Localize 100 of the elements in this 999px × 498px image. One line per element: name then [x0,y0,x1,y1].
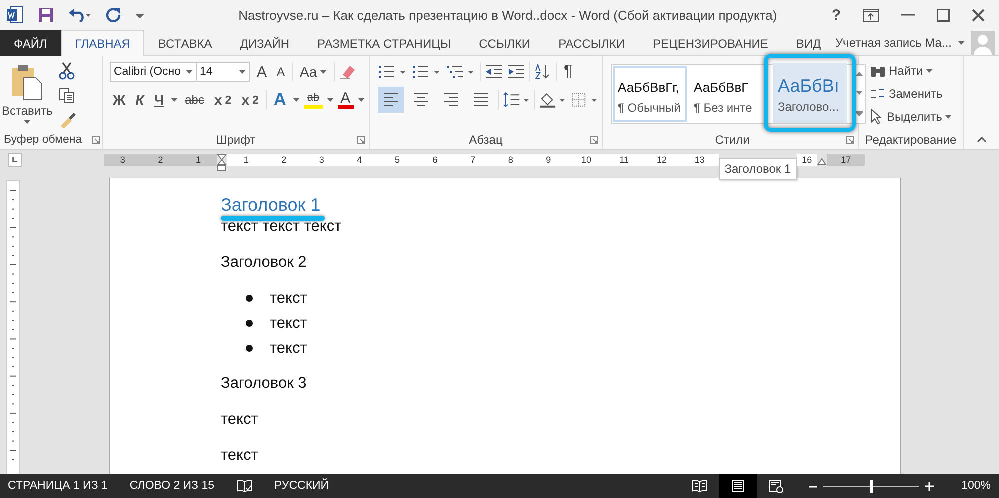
plus-icon [924,482,934,490]
ribbon-tab[interactable]: ВСТАВКА [144,30,226,56]
bullets-icon[interactable] [378,65,408,79]
font-size-field[interactable]: 14 [196,62,250,82]
close-icon[interactable] [972,8,985,22]
dialog-launcher-icon[interactable] [92,136,100,144]
caret-icon [945,115,952,119]
ribbon-tab[interactable]: ГЛАВНАЯ [61,30,144,56]
proofing-icon[interactable] [236,479,252,493]
page-count[interactable]: СТРАНИЦА 1 ИЗ 1 [8,480,108,492]
save-icon[interactable] [38,7,54,23]
decrease-indent-icon[interactable] [485,65,503,79]
shading-icon[interactable] [539,92,567,108]
style-item[interactable]: АаБбВı Заголово... [773,63,847,123]
print-view-button[interactable] [718,474,757,498]
change-case-button[interactable]: Aa [297,61,330,83]
eraser-icon[interactable] [339,64,358,80]
replace-button[interactable]: Заменить [867,83,959,105]
borders-icon[interactable] [570,92,598,108]
word-count[interactable]: СЛОВО 2 ИЗ 15 [130,480,214,492]
font-family-field[interactable]: Calibri (Осно [110,62,197,82]
help-button[interactable]: ? [832,6,841,24]
web-view-icon [768,479,784,493]
collapse-ribbon-icon[interactable] [977,137,987,143]
strikethrough-button[interactable]: abc [182,89,208,111]
scroll-up-icon[interactable] [856,72,862,76]
style-item[interactable]: АаБбВвГ ¶ Без инте [689,66,763,122]
right-indent-marker-icon[interactable] [817,158,828,166]
zoom-level[interactable]: 100% [962,480,991,492]
format-painter-icon[interactable] [58,112,77,128]
select-button[interactable]: Выделить [867,106,959,128]
heading-text: Заголовок 1 [221,196,321,215]
text-effects-button[interactable]: A [271,89,290,111]
ruler-number: 5 [394,155,401,165]
list-item-text: текст [270,289,308,308]
redo-icon[interactable] [106,7,122,23]
scissors-icon[interactable] [58,62,75,80]
align-icon [473,92,489,108]
minimize-icon[interactable] [901,14,915,16]
body-text: текст текст текст [221,217,343,236]
ribbon-tab[interactable]: ВИД [782,30,836,56]
caret-icon [958,40,965,44]
caret-icon [358,98,365,102]
dialog-launcher-icon[interactable] [590,136,598,144]
dialog-launcher-icon[interactable] [846,136,854,144]
zoom-slider[interactable] [870,480,873,492]
ribbon-tab[interactable]: РАЗМЕТКА СТРАНИЦЫ [304,30,466,56]
bullet-icon [246,320,253,327]
numbering-icon[interactable] [412,65,442,79]
language-indicator[interactable]: РУССКИЙ [274,480,330,492]
bold-button[interactable]: Ж [110,89,129,111]
multilevel-list-icon[interactable] [446,65,476,79]
ribbon-display-icon[interactable] [863,8,879,22]
ruler-number: 12 [656,155,668,165]
ribbon-tab[interactable]: РЕЦЕНЗИРОВАНИЕ [638,30,782,56]
sort-icon[interactable] [534,64,552,80]
find-button[interactable]: Найти [867,60,959,82]
ruler-number: 8 [507,155,514,165]
dialog-launcher-icon[interactable] [357,136,365,144]
customize-toolbar-icon[interactable] [136,12,144,18]
caret-icon [320,70,328,74]
caret-icon [926,69,934,73]
tooltip: Заголовок 1 [718,158,798,180]
tab-selector-icon[interactable] [8,153,22,167]
word-logo-icon[interactable] [6,6,24,24]
italic-button[interactable]: К [132,89,148,111]
grow-font-button[interactable]: A [254,61,270,83]
list-item-text: текст [270,314,308,333]
more-icon[interactable] [856,110,862,116]
group-label: Редактирование [865,133,957,147]
ribbon-tab[interactable]: ДИЗАЙН [226,30,304,56]
style-item[interactable]: АаБбВвГг, ¶ Обычный [613,66,687,122]
group-label: Шрифт [216,133,256,147]
ruler-number: 11 [618,155,630,165]
ruler-number: 2 [157,155,164,165]
file-tab[interactable]: ФАЙЛ [0,30,62,56]
bullet-icon [246,345,253,352]
increase-indent-icon[interactable] [507,65,525,79]
scroll-down-icon[interactable] [856,90,862,95]
font-color-button[interactable]: A [338,91,354,109]
underline-button[interactable]: Ч [151,89,168,111]
align-icon [443,92,459,108]
align-button[interactable] [378,87,404,113]
shrink-font-button[interactable]: A [274,61,288,83]
body-text: текст [221,446,260,465]
body-text: Заголовок 2 [221,253,308,272]
undo-icon[interactable] [68,8,92,22]
highlight-button[interactable]: ab [304,91,323,109]
copy-icon[interactable] [58,88,75,104]
paste-button[interactable]: Вставить [0,60,55,131]
indent-marker-icon[interactable] [217,154,228,172]
show-marks-button[interactable]: ¶ [561,61,576,83]
maximize-icon[interactable] [937,8,950,22]
caret-icon [186,70,193,74]
body-text: текст [221,410,260,429]
ribbon-tab[interactable]: РАССЫЛКИ [544,30,639,56]
account-menu[interactable]: Учетная запись Ма... [835,36,952,50]
ribbon-tab[interactable]: ССЫЛКИ [465,30,545,56]
ruler-number: 16 [801,155,814,165]
line-spacing-icon[interactable] [502,92,530,108]
